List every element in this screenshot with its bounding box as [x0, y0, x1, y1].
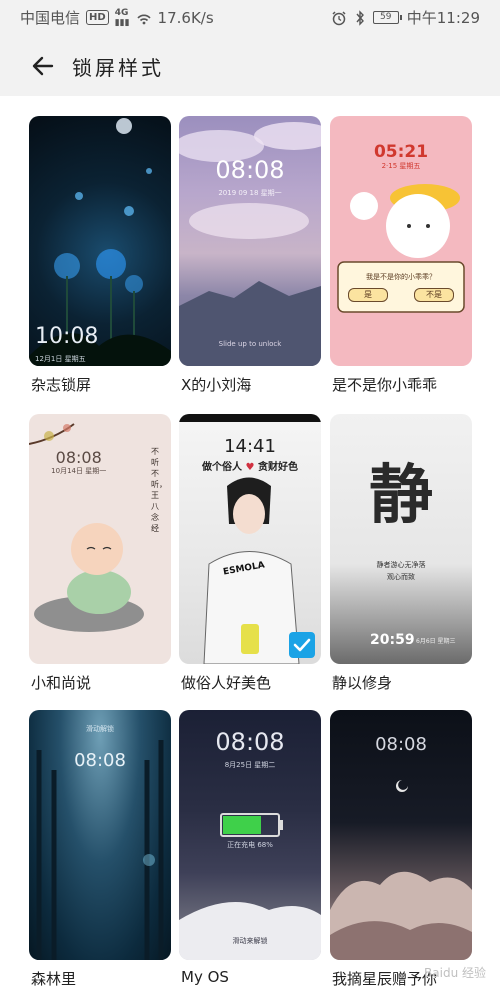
unlock-hint: Slide up to unlock — [218, 340, 282, 348]
cloud-stars-art — [330, 780, 472, 960]
question-text: 我是不是你的小乖乖？ — [366, 273, 436, 281]
clock: 中午11:29 — [406, 9, 480, 27]
theme-card-cute[interactable]: 05:21 2·15 星期五 我是不是你的小乖乖？ 是 不是 — [330, 116, 472, 366]
page-title: 锁屏样式 — [72, 56, 164, 80]
cartoon-bun-art — [337, 184, 465, 313]
wifi-icon — [136, 13, 151, 24]
back-arrow-icon[interactable] — [28, 51, 58, 81]
top-hint: 滑动解锁 — [86, 725, 114, 733]
card-time: 08:08 — [55, 448, 102, 467]
network-speed: 17.6K/s — [157, 8, 214, 27]
theme-name: My OS — [181, 968, 229, 986]
alarm-icon — [332, 10, 346, 25]
yes-button: 是 — [348, 288, 388, 302]
watermark: Baidu 经验 — [424, 966, 486, 980]
verse-line-1: 静者游心无净落 — [376, 561, 426, 569]
card-time: 10:08 — [35, 324, 99, 349]
battery-icon: 59 — [372, 11, 402, 24]
status-bar: 中国电信 HD 4G ▮▮▮ 17.6K/s 59 中午11:29 — [0, 0, 500, 36]
card-date: 10月14日 星期一 — [51, 467, 107, 475]
card-date: 6月6日 星期三 — [416, 638, 456, 645]
theme-name: 静以修身 — [332, 674, 393, 692]
theme-name: 杂志锁屏 — [31, 376, 92, 394]
theme-card-myos[interactable]: 08:08 8月25日 星期二 正在充电 68% 滑动来解锁 — [179, 710, 321, 960]
poem-text: 不听不听，王八念经 — [151, 447, 167, 533]
charge-status: 正在充电 68% — [227, 841, 273, 849]
battery-art — [179, 813, 321, 960]
theme-name: 做俗人好美色 — [181, 674, 272, 692]
network-signal-icon: 4G ▮▮▮ — [114, 7, 130, 28]
theme-name: 是不是你小乖乖 — [332, 376, 438, 394]
card-time: 08:08 — [74, 750, 126, 771]
card-time: 20:59 — [370, 632, 415, 648]
calm-glyph: 静 — [369, 458, 433, 533]
girl-portrait-art — [203, 477, 300, 664]
theme-name: 森林里 — [31, 970, 77, 988]
theme-card-calm[interactable]: 静 静者游心无净落 观心而致 20:59 6月6日 星期三 — [330, 414, 472, 664]
theme-name: 我摘星辰赠予你 — [332, 970, 438, 988]
unlock-hint: 滑动来解锁 — [232, 937, 268, 945]
theme-grid: 10:08 12月1日 星期五 杂志锁屏 08:08 2019 09 18 星期… — [0, 96, 500, 999]
theme-card-monk[interactable]: 08:08 10月14日 星期一 不听不听，王八念经 — [29, 414, 171, 664]
cloudy-mountain-art — [179, 122, 321, 366]
hd-icon: HD — [86, 10, 109, 25]
app-header: 锁屏样式 — [0, 36, 500, 96]
theme-card-vulgar[interactable]: 14:41 做个俗人 ♥ 贪财好色 ESMOLA — [179, 414, 321, 664]
theme-card-magazine[interactable]: 10:08 12月1日 星期五 — [29, 116, 171, 366]
no-button: 不是 — [414, 288, 454, 302]
forest-art — [36, 740, 164, 960]
theme-card-notch[interactable]: 08:08 2019 09 18 星期一 Slide up to unlock — [179, 116, 321, 366]
selected-checkmark-icon — [289, 632, 315, 658]
theme-name: 小和尚说 — [31, 674, 92, 692]
bluetooth-icon — [356, 9, 364, 26]
card-time: 08:08 — [215, 156, 285, 184]
theme-name: X的小刘海 — [181, 376, 252, 394]
carrier-label: 中国电信 — [20, 9, 81, 27]
theme-card-stars[interactable]: 08:08 — [330, 710, 472, 960]
card-date: 12月1日 星期五 — [35, 355, 86, 363]
theme-card-forest[interactable]: 滑动解锁 08:08 — [29, 710, 171, 960]
verse-line-2: 观心而致 — [387, 573, 415, 581]
card-date: 2019 09 18 星期一 — [218, 189, 282, 197]
